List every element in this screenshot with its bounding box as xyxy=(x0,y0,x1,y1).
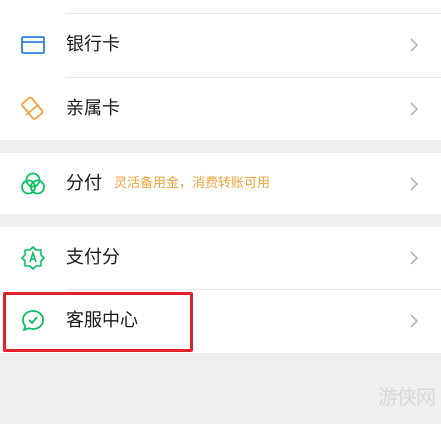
chevron-right-icon xyxy=(409,313,419,329)
chevron-right-icon xyxy=(409,101,419,117)
menu-item-installment[interactable]: 分付 灵活备用金，消费转账可用 xyxy=(0,153,441,214)
menu-item-label: 亲属卡 xyxy=(66,98,120,119)
bank-card-icon xyxy=(20,32,46,58)
menu-item-label: 分付 xyxy=(66,173,102,194)
pay-score-icon xyxy=(20,245,46,271)
family-card-icon xyxy=(20,96,46,122)
menu-item-pay-score[interactable]: 支付分 xyxy=(0,227,441,289)
watermark: 游侠网 xyxy=(378,385,436,409)
menu-item-bank-card[interactable]: 银行卡 xyxy=(0,14,441,76)
menu-item-label: 银行卡 xyxy=(66,34,120,55)
installment-pay-icon xyxy=(20,171,46,197)
installment-group: 分付 灵活备用金，消费转账可用 xyxy=(0,153,441,214)
card-group: 银行卡 亲属卡 xyxy=(0,0,441,140)
menu-item-family-card[interactable]: 亲属卡 xyxy=(0,78,441,140)
highlight-box xyxy=(3,292,193,352)
chevron-right-icon xyxy=(409,37,419,53)
chevron-right-icon xyxy=(409,176,419,192)
menu-item-label: 支付分 xyxy=(66,247,120,268)
installment-subtitle: 灵活备用金，消费转账可用 xyxy=(114,176,271,191)
chevron-right-icon xyxy=(409,250,419,266)
